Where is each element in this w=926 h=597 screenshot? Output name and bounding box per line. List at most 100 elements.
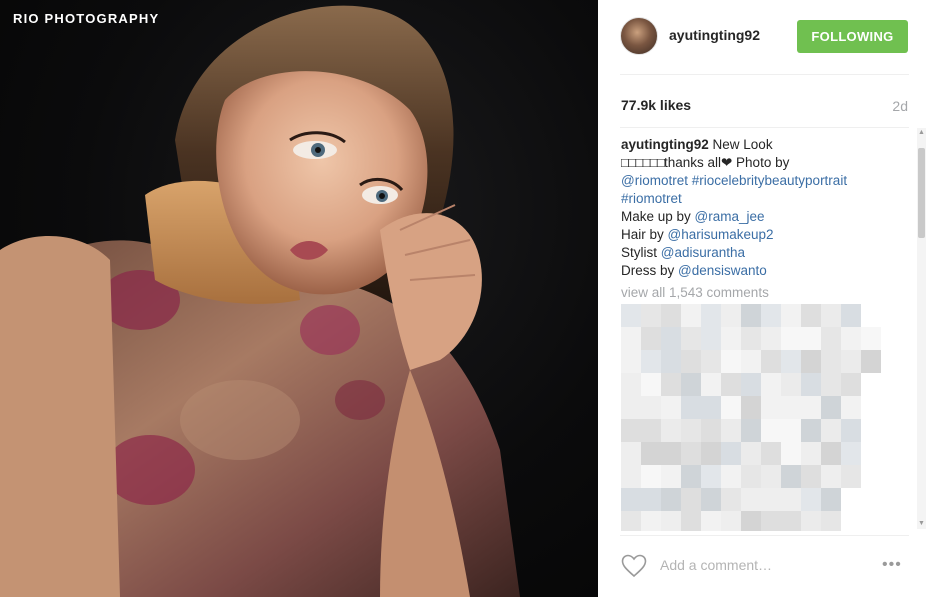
pixel-cell (681, 465, 701, 488)
pixel-cell (681, 442, 701, 465)
post-photo[interactable]: RIO PHOTOGRAPHY (0, 0, 598, 597)
username-link[interactable]: ayutingting92 (669, 27, 760, 43)
pixel-cell (741, 396, 761, 419)
pixel-cell (681, 488, 701, 511)
pixel-cell (821, 304, 841, 327)
pixel-cell (741, 511, 761, 531)
pixel-cell (841, 373, 861, 396)
add-comment-input[interactable] (660, 553, 860, 577)
pixel-cell (681, 511, 701, 531)
scroll-thumb[interactable] (918, 148, 925, 238)
pixel-cell (781, 304, 801, 327)
pixel-cell (721, 304, 741, 327)
hashtag-link[interactable]: #riocelebritybeautyportrait (692, 173, 847, 188)
pixel-cell (701, 488, 721, 511)
pixel-cell (761, 511, 781, 531)
mention-link[interactable]: @adisurantha (661, 245, 745, 260)
pixel-cell (621, 350, 641, 373)
pixel-cell (801, 327, 821, 350)
pixel-cell (741, 419, 761, 442)
pixel-cell (741, 304, 761, 327)
pixel-cell (761, 419, 781, 442)
caption-text: New Look (712, 137, 773, 152)
pixel-cell (841, 350, 861, 373)
pixel-cell (661, 442, 681, 465)
pixel-cell (741, 327, 761, 350)
pixel-cell (681, 419, 701, 442)
pixel-cell (721, 419, 741, 442)
heart-icon[interactable] (621, 554, 647, 578)
pixel-cell (861, 327, 881, 350)
pixel-cell (841, 327, 861, 350)
pixel-cell (821, 327, 841, 350)
hashtag-link[interactable]: #riomotret (621, 191, 682, 206)
pixel-cell (701, 396, 721, 419)
comments-scrollbar[interactable]: ▲ ▼ (917, 128, 926, 529)
pixel-cell (801, 465, 821, 488)
pixel-cell (741, 488, 761, 511)
pixel-cell (721, 373, 741, 396)
pixel-cell (821, 511, 841, 531)
pixel-cell (621, 327, 641, 350)
pixel-cell (821, 396, 841, 419)
mention-link[interactable]: @densiswanto (678, 263, 767, 278)
pixel-cell (781, 350, 801, 373)
pixel-cell (661, 304, 681, 327)
mention-link[interactable]: @rama_jee (695, 209, 765, 224)
caption-text: Hair by (621, 227, 668, 242)
pixel-cell (801, 304, 821, 327)
more-options-icon[interactable]: ••• (882, 556, 910, 576)
pixel-cell (821, 442, 841, 465)
pixel-cell (641, 465, 661, 488)
pixel-cell (641, 419, 661, 442)
caption-text: Photo by (732, 155, 790, 170)
pixel-cell (821, 465, 841, 488)
pixel-cell (761, 373, 781, 396)
pixel-cell (781, 396, 801, 419)
divider (620, 74, 909, 75)
mention-link[interactable]: @harisumakeup2 (668, 227, 774, 242)
pixel-cell (721, 396, 741, 419)
pixel-cell (781, 465, 801, 488)
pixel-cell (681, 304, 701, 327)
pixel-cell (861, 350, 881, 373)
pixel-cell (781, 442, 801, 465)
pixel-cell (721, 327, 741, 350)
post-sidebar: ayutingting92 FOLLOWING 77.9k likes 2d a… (598, 0, 926, 597)
pixel-cell (661, 511, 681, 531)
pixel-cell (721, 511, 741, 531)
caption-text: Stylist (621, 245, 661, 260)
pixel-cell (841, 304, 861, 327)
caption-author[interactable]: ayutingting92 (621, 137, 709, 152)
pixel-cell (701, 327, 721, 350)
following-button[interactable]: FOLLOWING (797, 20, 908, 53)
pixel-cell (721, 465, 741, 488)
pixel-cell (701, 419, 721, 442)
pixelated-comments (621, 304, 881, 531)
pixel-cell (621, 419, 641, 442)
post-time[interactable]: 2d (892, 98, 908, 114)
pixel-cell (801, 442, 821, 465)
scroll-up-arrow-icon[interactable]: ▲ (917, 128, 926, 138)
view-all-comments-link[interactable]: view all 1,543 comments (621, 284, 911, 302)
pixel-cell (841, 419, 861, 442)
mention-link[interactable]: @riomotret (621, 173, 688, 188)
pixel-cell (741, 465, 761, 488)
emoji-placeholder: □□□□□□ (621, 155, 665, 170)
pixel-cell (761, 304, 781, 327)
pixel-cell (821, 373, 841, 396)
pixel-cell (701, 465, 721, 488)
pixel-cell (721, 488, 741, 511)
pixel-cell (621, 511, 641, 531)
pixel-cell (681, 396, 701, 419)
pixel-cell (841, 465, 861, 488)
pixel-cell (741, 350, 761, 373)
likes-count[interactable]: 77.9k likes (621, 97, 691, 113)
pixel-cell (741, 373, 761, 396)
pixel-cell (621, 373, 641, 396)
avatar[interactable] (620, 17, 658, 55)
pixel-cell (621, 465, 641, 488)
post-header: ayutingting92 FOLLOWING (598, 0, 926, 74)
pixel-cell (621, 442, 641, 465)
scroll-down-arrow-icon[interactable]: ▼ (917, 519, 926, 529)
